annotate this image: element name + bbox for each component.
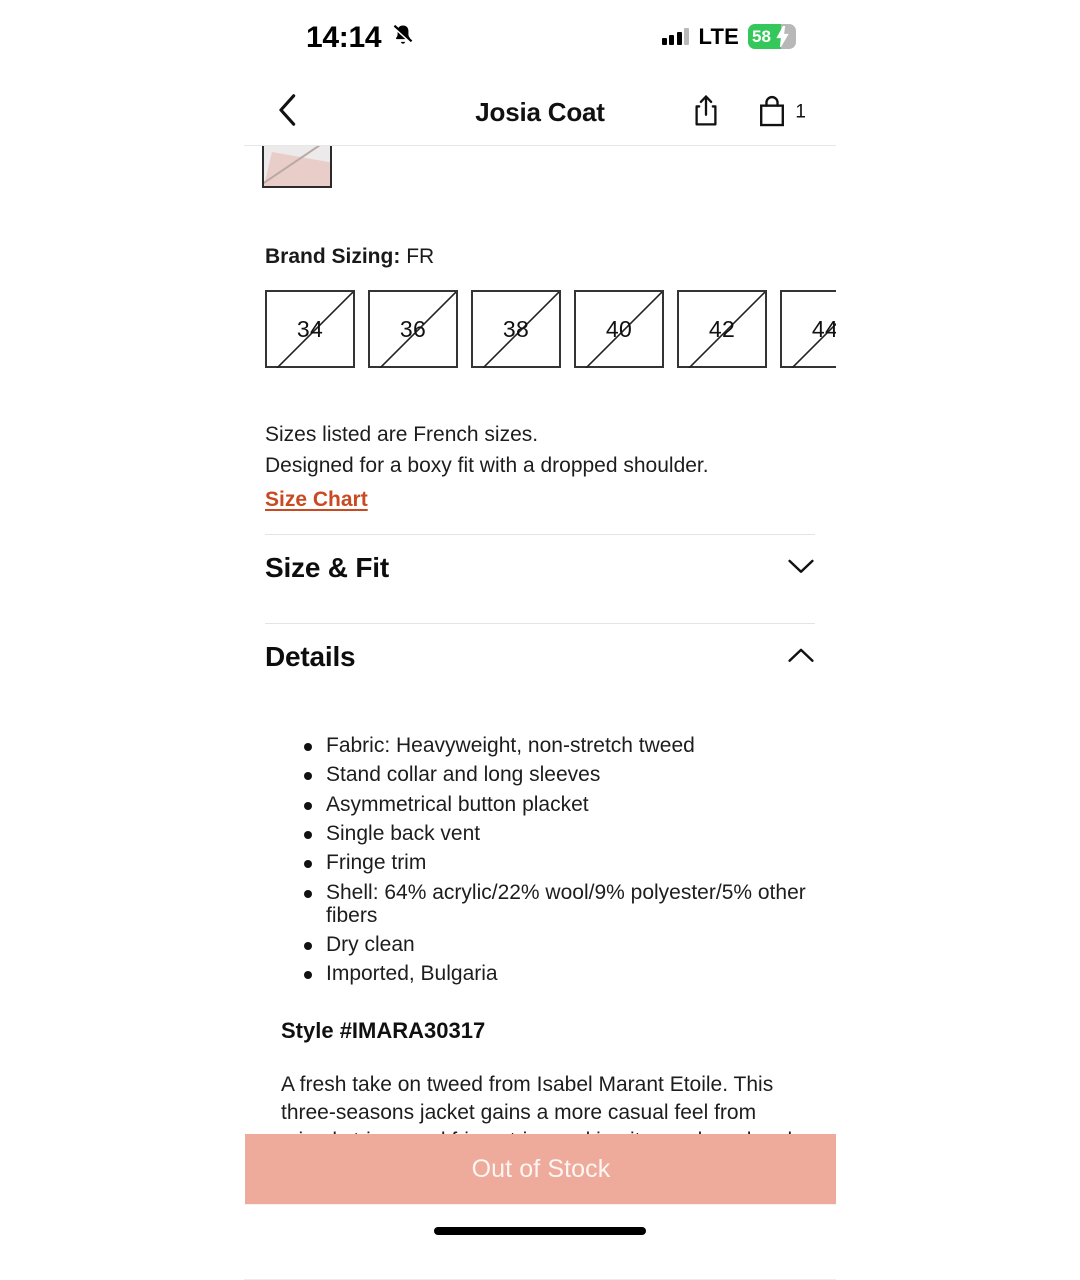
phone-viewport: 14:14 LTE 58 Josia Coat 1 Brand Sizing: … [244,0,836,1280]
brand-sizing-section: Brand Sizing: FR [244,244,836,269]
brand-sizing-label: Brand Sizing: [265,245,401,268]
details-panel: Fabric: Heavyweight, non-stretch tweed S… [244,734,836,1182]
battery-indicator: 58 [748,24,796,49]
share-icon [692,94,720,131]
out-of-stock-button[interactable]: Out of Stock [245,1134,836,1204]
list-item: Dry clean [304,933,815,956]
status-bar: 14:14 LTE 58 [244,0,836,80]
home-indicator-area [244,1204,836,1280]
home-indicator[interactable] [434,1227,646,1235]
size-label: 40 [605,315,633,342]
swatch-unavailable-slash-icon [262,146,332,186]
cta-bar: Out of Stock [244,1134,836,1204]
fit-notes: Sizes listed are French sizes. Designed … [244,420,836,512]
list-item: Fringe trim [304,851,815,874]
size-option-42[interactable]: 42 [677,290,767,369]
status-time: 14:14 [306,20,382,54]
fit-note-line-1: Sizes listed are French sizes. [265,423,539,447]
cart-button[interactable]: 1 [756,92,806,133]
list-item: Stand collar and long sleeves [304,763,815,786]
details-bullet-list: Fabric: Heavyweight, non-stretch tweed S… [265,734,815,986]
size-option-44[interactable]: 44 [780,290,836,369]
bell-slash-icon [390,22,416,53]
size-label: 34 [296,315,324,342]
list-item: Single back vent [304,822,815,845]
list-item: Imported, Bulgaria [304,962,815,985]
status-bar-left: 14:14 [306,22,416,53]
accordion-title: Size & Fit [265,552,390,584]
accordion-details[interactable]: Details [265,624,815,690]
scroll-content: Brand Sizing: FR 34 36 38 40 42 44 Sizes… [244,146,836,1280]
color-swatch-row [244,146,836,188]
list-item: Asymmetrical button placket [304,793,815,816]
size-selector[interactable]: 34 36 38 40 42 44 [244,290,836,369]
shopping-bag-icon [756,92,788,133]
size-option-34[interactable]: 34 [265,290,355,369]
size-label: 42 [708,315,736,342]
screen: 14:14 LTE 58 Josia Coat 1 Brand Sizing: … [0,0,1080,1280]
list-item: Shell: 64% acrylic/22% wool/9% polyester… [304,881,815,928]
style-number: Style #IMARA30317 [281,1017,486,1043]
size-option-40[interactable]: 40 [574,290,664,369]
nav-actions: 1 [692,92,806,133]
size-option-38[interactable]: 38 [471,290,561,369]
network-label: LTE [698,23,739,49]
accordion-size-and-fit[interactable]: Size & Fit [265,535,815,601]
charging-bolt-icon [776,25,789,49]
nav-bar: Josia Coat 1 [244,80,836,146]
status-bar-right: LTE 58 [661,23,796,49]
list-item: Fabric: Heavyweight, non-stretch tweed [304,734,815,757]
color-swatch-pink[interactable] [262,146,332,188]
cart-count-badge: 1 [795,101,806,123]
size-label: 36 [399,315,427,342]
share-button[interactable] [692,93,720,132]
brand-sizing-value: FR [406,245,435,268]
chevron-down-icon [787,557,815,580]
accordion-title: Details [265,641,356,673]
back-button[interactable] [266,91,310,135]
chevron-up-icon [787,646,815,669]
size-label: 44 [811,315,836,342]
size-label: 38 [502,315,530,342]
fit-note-line-2: Designed for a boxy fit with a dropped s… [265,453,709,477]
size-chart-link[interactable]: Size Chart [265,488,368,512]
chevron-left-icon [277,93,299,132]
brand-sizing-row: Brand Sizing: FR [265,244,815,269]
size-option-36[interactable]: 36 [368,290,458,369]
cellular-bars-icon [661,28,690,45]
battery-percent: 58 [752,27,771,46]
